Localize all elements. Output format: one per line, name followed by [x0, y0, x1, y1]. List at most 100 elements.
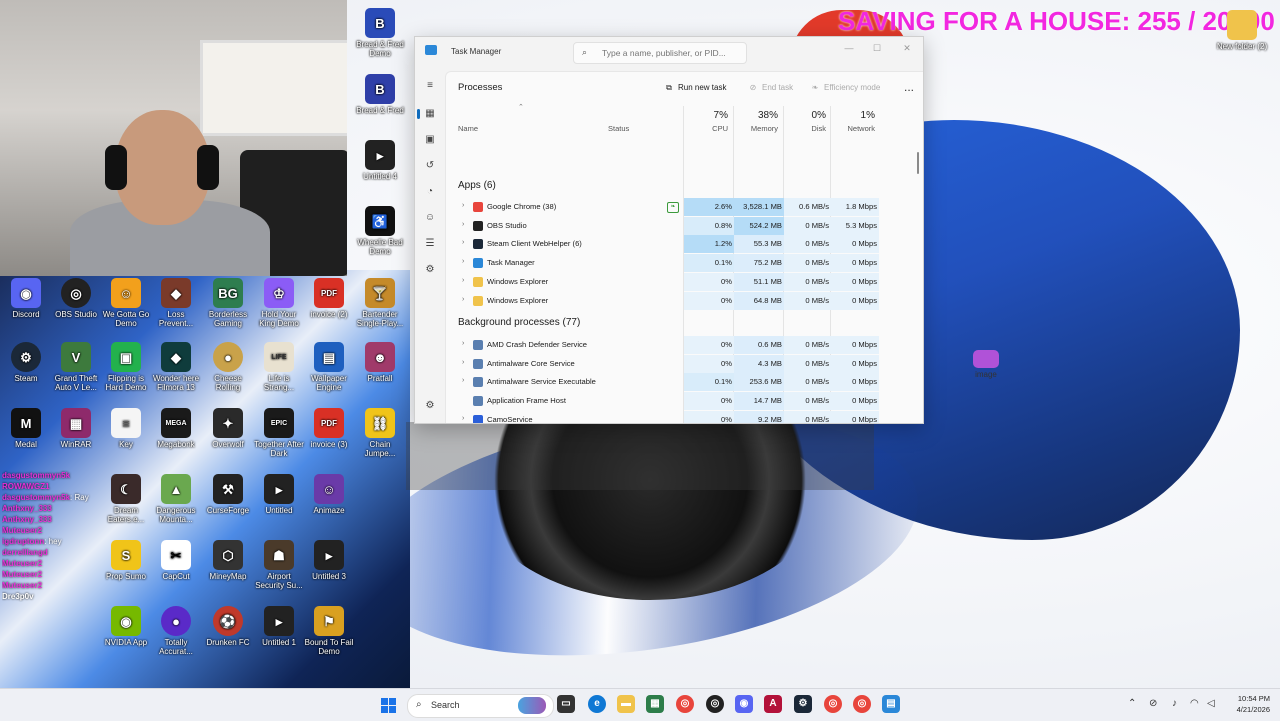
process-row[interactable]: › Task Manager 0.1% 75.2 MB 0 MB/s 0 Mbps: [446, 254, 911, 273]
desktop-icon-cheese-rolling[interactable]: ● Cheese Rolling: [202, 342, 254, 392]
end-task-button[interactable]: ⊘ End task: [748, 80, 794, 96]
minimize-button[interactable]: —: [835, 39, 863, 57]
memory-total[interactable]: 38%: [734, 110, 778, 121]
app-history-tab-icon[interactable]: ↺: [423, 159, 437, 173]
desktop-icon-gta-v[interactable]: V Grand Theft Auto V Le...: [50, 342, 102, 392]
efficiency-mode-button[interactable]: ❧ Efficiency mode: [810, 80, 881, 96]
steam-icon[interactable]: ⚙: [794, 695, 812, 713]
chrome-icon-3[interactable]: ◎: [853, 695, 871, 713]
desktop-icon-loss-prevention[interactable]: ◆ Loss Prevent...: [150, 278, 202, 328]
process-row[interactable]: › Antimalware Core Service 0% 4.3 MB 0 MB/s 0…: [446, 354, 911, 373]
expand-chevron-icon[interactable]: ›: [462, 377, 464, 384]
microphone-icon[interactable]: ♪: [1172, 698, 1177, 709]
desktop-icon-winrar[interactable]: ▦ WinRAR: [50, 408, 102, 449]
process-row[interactable]: › OBS Studio 0.8% 524.2 MB 0 MB/s 5.3 Mbps: [446, 216, 911, 235]
task-view-icon[interactable]: ▭: [557, 695, 575, 713]
chrome-icon-2[interactable]: ◎: [824, 695, 842, 713]
desktop-icon-animaze[interactable]: ☺ Animaze: [303, 474, 355, 515]
obs-icon[interactable]: ◎: [706, 695, 724, 713]
desktop-icon-untitled[interactable]: ▸ Untitled: [253, 474, 305, 515]
desktop-icon-bound-to-fail[interactable]: ⚑ Bound To Fail Demo: [303, 606, 355, 656]
column-disk[interactable]: Disk: [784, 124, 826, 133]
column-name[interactable]: Name: [458, 124, 478, 133]
expand-chevron-icon[interactable]: ›: [462, 415, 464, 422]
desktop-icon-medal[interactable]: M Medal: [0, 408, 52, 449]
services-tab-icon[interactable]: ⚙: [423, 263, 437, 277]
desktop-icon-flipping-is-hard[interactable]: ▣ Flipping is Hard Demo: [100, 342, 152, 392]
desktop-icon-untitled-3[interactable]: ▸ Untitled 3: [303, 540, 355, 581]
desktop-icon-bread-fred[interactable]: B Bread & Fred: [354, 74, 406, 115]
processes-tab-icon[interactable]: ▦: [417, 107, 437, 121]
desktop-icon-hold-your-king[interactable]: ♔ Hold Your King Demo: [253, 278, 305, 328]
performance-tab-icon[interactable]: ▣: [423, 133, 437, 147]
expand-chevron-icon[interactable]: ›: [462, 258, 464, 265]
desktop-icon-filmora[interactable]: ◆ Wonder here Filmora 13: [150, 342, 202, 392]
expand-chevron-icon[interactable]: ›: [462, 359, 464, 366]
taskbar-search[interactable]: ⌕ Search: [407, 694, 554, 718]
network-total[interactable]: 1%: [831, 110, 875, 121]
expand-chevron-icon[interactable]: ›: [462, 221, 464, 228]
column-cpu[interactable]: CPU: [684, 124, 728, 133]
file-explorer-icon[interactable]: ▬: [617, 695, 635, 713]
run-new-task-button[interactable]: ⧉ Run new task: [664, 80, 726, 96]
users-tab-icon[interactable]: ☺: [423, 211, 437, 225]
search-input[interactable]: [600, 45, 744, 61]
volume-icon[interactable]: ◁: [1207, 698, 1215, 709]
desktop-icon-curseforge[interactable]: ⚒ CurseForge: [202, 474, 254, 515]
desktop-icon-key[interactable]: ≡ Key: [100, 408, 152, 449]
edge-icon[interactable]: e: [588, 695, 606, 713]
desktop-icon-drunken-fc[interactable]: ⚽ Drunken FC: [202, 606, 254, 647]
desktop-icon-chain-jumpers[interactable]: ⛓ Chain Jumpe...: [354, 408, 406, 458]
desktop-icon-bread-fred-demo[interactable]: B Bread & Fred Demo: [354, 8, 406, 58]
expand-chevron-icon[interactable]: ›: [462, 239, 464, 246]
cpu-total[interactable]: 7%: [684, 110, 728, 121]
desktop-icon-megabonk[interactable]: MEGA Megabonk: [150, 408, 202, 449]
disk-total[interactable]: 0%: [784, 110, 826, 121]
desktop-icon-untitled-4[interactable]: ▸ Untitled 4: [354, 140, 406, 181]
adobe-icon[interactable]: A: [764, 695, 782, 713]
desktop-icon-nvidia-app[interactable]: ◉ NVIDIA App: [100, 606, 152, 647]
desktop-icon-steam[interactable]: ⚙ Steam: [0, 342, 52, 383]
desktop-icon-totally-accurate[interactable]: ● Totally Accurat...: [150, 606, 202, 656]
task-manager-window[interactable]: Task Manager ⌕ — ☐ ✕ ≡ ▦ ▣ ↺ ◔ ☺ ☰ ⚙ ⚙ P…: [414, 36, 924, 424]
process-row[interactable]: Application Frame Host 0% 14.7 MB 0 MB/s 0 M…: [446, 392, 911, 411]
expand-chevron-icon[interactable]: ›: [462, 340, 464, 347]
column-memory[interactable]: Memory: [734, 124, 778, 133]
desktop-icon-life-is-strange[interactable]: LIFE Life is Strang...: [253, 342, 305, 392]
close-button[interactable]: ✕: [893, 39, 921, 57]
desktop-icon-overwolf[interactable]: ✦ Overwolf: [202, 408, 254, 449]
discord-icon[interactable]: ◉: [735, 695, 753, 713]
process-row[interactable]: › Antimalware Service Executable 0.1% 253.6…: [446, 373, 911, 392]
desktop-icon-untitled-1[interactable]: ▸ Untitled 1: [253, 606, 305, 647]
tray-overflow-icon[interactable]: ⌃: [1128, 698, 1136, 709]
column-network[interactable]: Network: [831, 124, 875, 133]
details-tab-icon[interactable]: ☰: [423, 237, 437, 251]
store-icon[interactable]: ▦: [646, 695, 664, 713]
scrollbar-thumb[interactable]: [917, 152, 919, 174]
system-clock[interactable]: 10:54 PM 4/21/2026: [1222, 693, 1270, 715]
desktop-icon-wheelie-bad[interactable]: ♿ Wheelie Bad Demo: [354, 206, 406, 256]
desktop-icon-prop-sumo[interactable]: S Prop Sumo: [100, 540, 152, 581]
task-manager-icon[interactable]: ▤: [882, 695, 900, 713]
desktop-icon-pratfall[interactable]: ☻ Pratfall: [354, 342, 406, 383]
startup-apps-tab-icon[interactable]: ◔: [423, 185, 437, 199]
process-row[interactable]: › CamoService 0% 9.2 MB 0 MB/s 0 Mbps: [446, 410, 911, 423]
desktop-icon-obs[interactable]: ◎ OBS Studio: [50, 278, 102, 319]
process-row[interactable]: › Google Chrome (38) ❧ 2.6% 3,528.1 MB 0.6 MB…: [446, 198, 911, 216]
desktop-icon-capcut[interactable]: ✂ CapCut: [150, 540, 202, 581]
desktop-icon-new-folder[interactable]: New folder (2): [1216, 10, 1268, 51]
settings-gear-icon[interactable]: ⚙: [423, 399, 437, 413]
desktop-icon-bartender[interactable]: 🍸 Bartender Single-Play...: [354, 278, 406, 328]
desktop-icon-wallpaper-engine[interactable]: ▤ Wallpaper Engine: [303, 342, 355, 392]
desktop-icon-together-after-dark[interactable]: EPIC Together After Dark: [253, 408, 305, 458]
desktop-icon-borderless-gaming[interactable]: BG Borderless Gaming: [202, 278, 254, 328]
desktop-icon-mineymap[interactable]: ⬡ MineyMap: [202, 540, 254, 581]
desktop-icon-we-gotta-go[interactable]: ☺ We Gotta Go Demo: [100, 278, 152, 328]
desktop-icon-dream-eaters[interactable]: ☾ Dream Eaters.e...: [100, 474, 152, 524]
network-off-icon[interactable]: ⊘: [1149, 698, 1157, 709]
process-row[interactable]: › Steam Client WebHelper (6) 1.2% 55.3 MB 0 …: [446, 235, 911, 254]
title-bar[interactable]: Task Manager ⌕ — ☐ ✕: [415, 37, 923, 67]
maximize-button[interactable]: ☐: [863, 39, 891, 57]
chrome-icon[interactable]: ◎: [676, 695, 694, 713]
desktop-icon-airport-security[interactable]: ☗ Airport Security Su...: [253, 540, 305, 590]
